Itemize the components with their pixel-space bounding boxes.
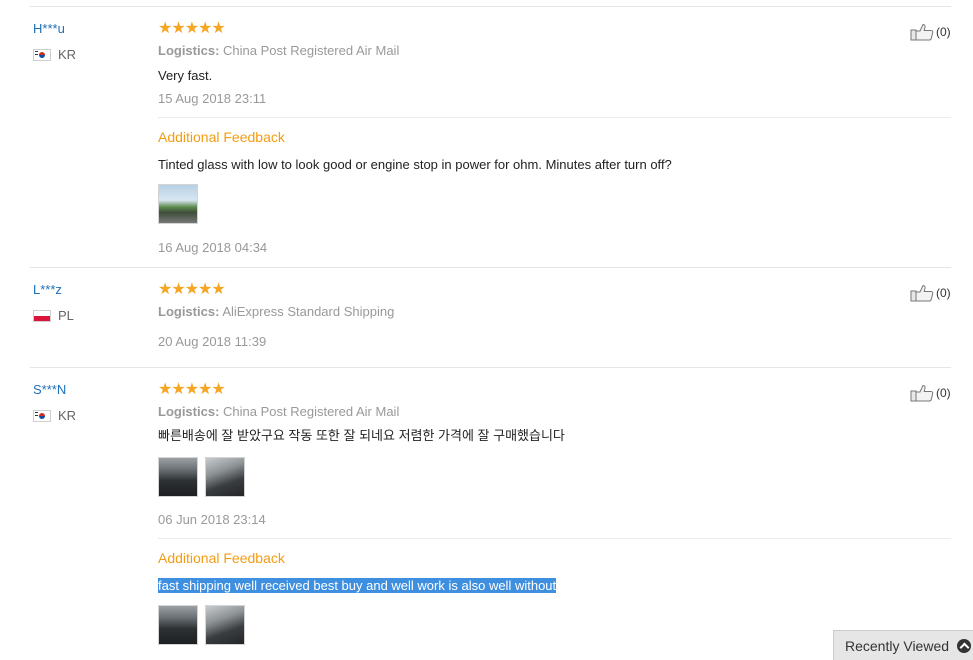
additional-feedback-title: Additional Feedback xyxy=(158,129,285,145)
additional-feedback-text: Tinted glass with low to look good or en… xyxy=(158,157,672,172)
thumbs-up-icon xyxy=(910,384,934,402)
logistics-method: AliExpress Standard Shipping xyxy=(222,304,395,319)
review-photo-thumbnail[interactable] xyxy=(205,457,245,497)
logistics-info: Logistics: AliExpress Standard Shipping xyxy=(158,304,394,320)
logistics-info: Logistics: China Post Registered Air Mai… xyxy=(158,404,399,420)
review-photo-thumbnail[interactable] xyxy=(158,457,198,497)
selected-text: fast shipping well received best buy and… xyxy=(158,578,557,593)
review-date: 06 Jun 2018 23:14 xyxy=(158,512,266,527)
korea-flag-icon xyxy=(33,410,51,422)
review-date: 15 Aug 2018 23:11 xyxy=(158,91,267,106)
review-photo-thumbnail[interactable] xyxy=(205,605,245,645)
additional-feedback-date: 16 Aug 2018 04:34 xyxy=(158,240,268,255)
logistics-method: China Post Registered Air Mail xyxy=(223,404,400,419)
logistics-info: Logistics: China Post Registered Air Mai… xyxy=(158,43,399,59)
chevron-up-icon xyxy=(957,638,972,653)
thumbs-up-icon xyxy=(910,284,934,302)
country-code: KR xyxy=(58,47,77,62)
divider xyxy=(158,117,951,118)
reviewer-name[interactable]: L***z xyxy=(33,282,62,298)
helpful-count: (0) xyxy=(936,286,951,300)
additional-feedback-title: Additional Feedback xyxy=(158,550,285,566)
reviewer-country: KR xyxy=(33,47,76,63)
review-photo-thumbnail[interactable] xyxy=(158,184,198,224)
poland-flag-icon xyxy=(33,310,51,322)
helpful-count: (0) xyxy=(936,386,951,400)
star-rating: ★★★★★ xyxy=(158,281,226,298)
reviewer-name[interactable]: H***u xyxy=(33,21,65,37)
star-rating: ★★★★★ xyxy=(158,20,226,37)
additional-feedback-text: fast shipping well received best buy and… xyxy=(158,578,557,594)
divider xyxy=(30,267,951,268)
review-photo-thumbnail[interactable] xyxy=(158,605,198,645)
recently-viewed-label: Recently Viewed xyxy=(845,637,950,654)
logistics-method: China Post Registered Air Mail xyxy=(223,43,400,58)
thumbs-up-icon xyxy=(910,23,934,41)
reviewer-country: KR xyxy=(33,408,76,424)
divider xyxy=(30,6,951,7)
divider xyxy=(158,538,951,539)
country-code: KR xyxy=(58,408,77,423)
recently-viewed-button[interactable]: Recently Viewed xyxy=(833,630,973,660)
helpful-count: (0) xyxy=(936,25,951,39)
divider xyxy=(30,367,951,368)
review-date: 20 Aug 2018 11:39 xyxy=(158,334,267,349)
logistics-label: Logistics: xyxy=(158,43,220,58)
country-code: PL xyxy=(58,308,74,323)
feedback-page: H***u KR ★★★★★ Logistics: China Post Reg… xyxy=(0,0,973,660)
reviewer-name[interactable]: S***N xyxy=(33,382,66,398)
helpful-button[interactable]: (0) xyxy=(910,23,951,41)
star-rating: ★★★★★ xyxy=(158,381,226,398)
helpful-button[interactable]: (0) xyxy=(910,384,951,402)
korea-flag-icon xyxy=(33,49,51,61)
review-text: Very fast. xyxy=(158,68,213,83)
reviewer-country: PL xyxy=(33,308,74,324)
logistics-label: Logistics: xyxy=(158,304,220,319)
logistics-label: Logistics: xyxy=(158,404,220,419)
helpful-button[interactable]: (0) xyxy=(910,284,951,302)
review-text: 빠른배송에 잘 받았구요 작동 또한 잘 되네요 저렴한 가격에 잘 구매했습니… xyxy=(158,428,565,443)
